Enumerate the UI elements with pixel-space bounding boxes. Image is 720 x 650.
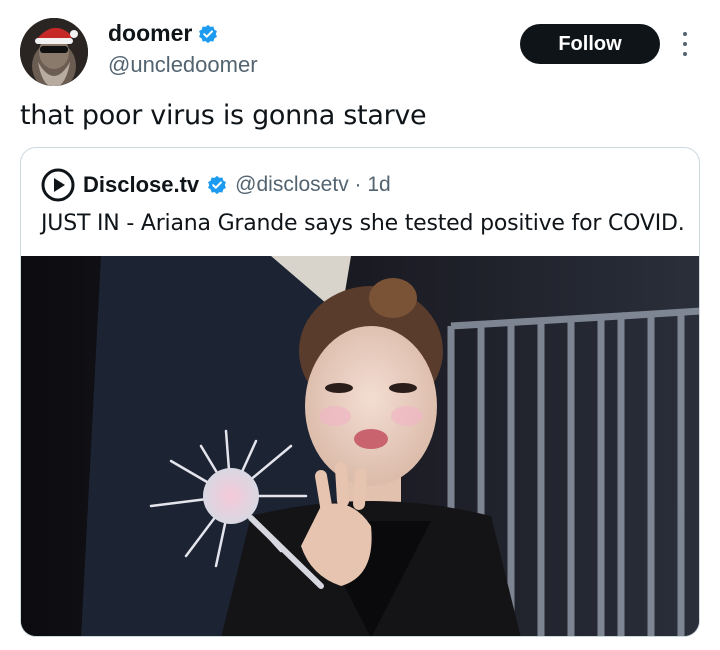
quoted-tweet-header: Disclose.tv @disclosetv · 1d — [41, 168, 391, 202]
author-handle[interactable]: @uncledoomer — [108, 52, 258, 78]
verified-badge-icon — [208, 175, 227, 195]
quoted-tweet-text: JUST IN - Ariana Grande says she tested … — [41, 211, 685, 236]
tweet-text: that poor virus is gonna starve — [20, 100, 427, 131]
more-dot — [683, 42, 687, 46]
photo-illustration — [21, 256, 699, 636]
verified-badge-icon — [199, 24, 218, 43]
more-vertical-icon[interactable] — [675, 32, 695, 56]
avatar-image — [20, 18, 88, 86]
quoted-tweet-photo[interactable] — [21, 256, 699, 636]
disclose-play-logo-icon — [41, 168, 75, 202]
author-name[interactable]: doomer — [108, 20, 192, 47]
author-name-row: doomer — [108, 20, 258, 47]
quoted-handle-time: @disclosetv · 1d — [235, 173, 391, 196]
quoted-author-name[interactable]: Disclose.tv — [83, 172, 199, 198]
more-dot — [683, 32, 687, 36]
author-block: doomer @uncledoomer — [108, 20, 258, 78]
author-avatar[interactable] — [20, 18, 88, 86]
more-dot — [683, 52, 687, 56]
follow-button[interactable]: Follow — [520, 24, 660, 64]
quoted-tweet-card[interactable]: Disclose.tv @disclosetv · 1d JUST IN - A… — [20, 147, 700, 637]
